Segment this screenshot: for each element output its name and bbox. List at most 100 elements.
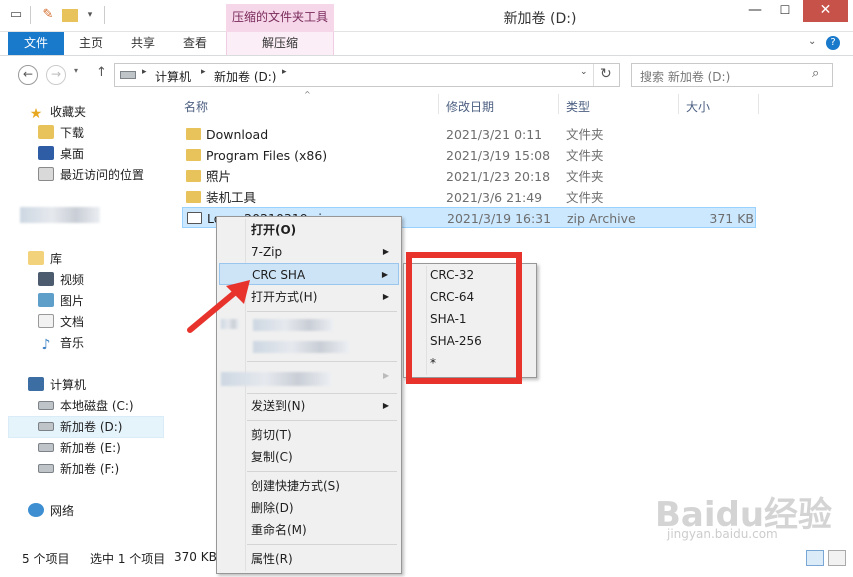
column-size[interactable]: 大小	[686, 98, 710, 115]
address-bar[interactable]: ▸ 计算机 ▸ 新加卷 (D:) ▸ ⌄ ↻	[114, 63, 620, 87]
menu-item-properties[interactable]: 属性(R)	[219, 548, 399, 570]
nav-label: 视频	[60, 273, 85, 287]
menu-item-delete[interactable]: 删除(D)	[219, 497, 399, 519]
file-name: Program Files (x86)	[206, 148, 328, 163]
recent-places-icon	[38, 167, 54, 181]
item-count: 5 个项目	[22, 552, 70, 566]
menu-separator	[247, 420, 397, 421]
desktop-icon	[38, 146, 54, 160]
menu-label: 发送到(N)	[251, 399, 306, 413]
file-date: 2021/3/6 21:49	[446, 190, 543, 205]
menu-item-create-shortcut[interactable]: 创建快捷方式(S)	[219, 475, 399, 497]
file-date: 2021/1/23 20:18	[446, 169, 551, 184]
folder-icon	[186, 128, 201, 140]
watermark-url: jingyan.baidu.com	[667, 527, 778, 541]
column-divider[interactable]	[558, 94, 559, 114]
forward-button[interactable]: →	[46, 65, 66, 85]
search-input[interactable]: 搜索 新加卷 (D:)	[640, 68, 730, 85]
column-name[interactable]: 名称	[184, 98, 208, 115]
blurred-item	[20, 207, 100, 223]
column-divider[interactable]	[758, 94, 759, 114]
file-row[interactable]: Program Files (x86) 2021/3/19 15:08 文件夹	[182, 145, 756, 166]
nav-item-drive-f[interactable]: 新加卷 (F:)	[38, 459, 119, 479]
tab-file[interactable]: 文件	[8, 32, 64, 55]
nav-label: 库	[50, 252, 63, 266]
properties-icon[interactable]: ✎	[40, 7, 56, 23]
up-icon[interactable]: ↑	[96, 65, 107, 80]
menu-separator	[247, 361, 397, 362]
nav-label: 桌面	[60, 147, 85, 161]
blurred-menu-item[interactable]	[253, 341, 349, 353]
menu-separator	[247, 311, 397, 312]
file-row[interactable]: Download 2021/3/21 0:11 文件夹	[182, 124, 756, 145]
file-type: 文件夹	[566, 127, 604, 142]
video-icon	[38, 272, 54, 286]
submenu-arrow-icon: ▶	[382, 401, 389, 410]
menu-item-7zip[interactable]: 7-Zip ▶	[219, 241, 399, 263]
search-box[interactable]: 搜索 新加卷 (D:) ⌕	[631, 63, 833, 87]
details-view-icon[interactable]	[806, 550, 824, 566]
nav-item-videos[interactable]: 视频	[38, 270, 84, 290]
star-icon: ★	[29, 106, 43, 122]
expand-ribbon-icon[interactable]: ⌄	[808, 36, 816, 47]
maximize-button[interactable]: ☐	[770, 0, 800, 22]
nav-item-computer[interactable]: 计算机	[28, 375, 86, 395]
nav-item-favorites[interactable]: ★ 收藏夹	[28, 102, 86, 122]
recent-locations-icon[interactable]: ▾	[74, 66, 78, 75]
new-folder-icon[interactable]	[62, 9, 78, 22]
nav-item-recent[interactable]: 最近访问的位置	[38, 165, 144, 185]
file-row[interactable]: 装机工具 2021/3/6 21:49 文件夹	[182, 187, 756, 208]
network-icon	[28, 503, 44, 517]
menu-item-send-to[interactable]: 发送到(N) ▶	[219, 395, 399, 417]
file-type: 文件夹	[566, 190, 604, 205]
nav-item-drive-d[interactable]: 新加卷 (D:)	[38, 417, 122, 437]
column-divider[interactable]	[438, 94, 439, 114]
file-row[interactable]: 照片 2021/1/23 20:18 文件夹	[182, 166, 756, 187]
blurred-menu-item[interactable]	[221, 372, 331, 386]
nav-item-pictures[interactable]: 图片	[38, 291, 84, 311]
file-name: Download	[206, 127, 269, 142]
nav-item-network[interactable]: 网络	[28, 501, 74, 521]
nav-item-libraries[interactable]: 库	[28, 249, 62, 269]
computer-icon	[28, 377, 44, 391]
nav-item-drive-c[interactable]: 本地磁盘 (C:)	[38, 396, 134, 416]
drive-icon[interactable]: ▭	[8, 7, 24, 23]
submenu-arrow-icon: ▶	[382, 247, 389, 256]
breadcrumb-separator-icon: ▸	[201, 67, 206, 77]
tab-home[interactable]: 主页	[68, 32, 114, 55]
address-row: ← → ▾ ↑ ▸ 计算机 ▸ 新加卷 (D:) ▸ ⌄ ↻ 搜索 新加卷 (D…	[0, 56, 853, 92]
minimize-button[interactable]: —	[740, 0, 770, 22]
file-type: zip Archive	[567, 211, 636, 226]
nav-item-music[interactable]: ♪ 音乐	[38, 333, 84, 353]
file-name: 照片	[206, 169, 232, 184]
column-divider[interactable]	[678, 94, 679, 114]
library-icon	[28, 251, 44, 265]
close-button[interactable]: ✕	[803, 0, 848, 22]
nav-item-downloads[interactable]: 下载	[38, 123, 84, 143]
column-type[interactable]: 类型	[566, 98, 590, 115]
nav-item-drive-e[interactable]: 新加卷 (E:)	[38, 438, 121, 458]
breadcrumb-computer[interactable]: 计算机	[155, 68, 191, 85]
blurred-menu-item[interactable]	[253, 319, 333, 331]
customize-dropdown-icon[interactable]: ▾	[82, 7, 98, 23]
status-bar: 5 个项目 选中 1 个项目 370 KB	[0, 544, 853, 577]
help-icon[interactable]: ?	[826, 36, 840, 50]
refresh-icon[interactable]: ↻	[600, 66, 612, 82]
nav-label: 图片	[60, 294, 85, 308]
large-icons-view-icon[interactable]	[828, 550, 846, 566]
menu-item-open[interactable]: 打开(O)	[219, 219, 399, 241]
tab-view[interactable]: 查看	[172, 32, 218, 55]
nav-item-documents[interactable]: 文档	[38, 312, 84, 332]
tab-share[interactable]: 共享	[120, 32, 166, 55]
column-date[interactable]: 修改日期	[446, 98, 494, 115]
nav-item-desktop[interactable]: 桌面	[38, 144, 84, 164]
menu-item-copy[interactable]: 复制(C)	[219, 446, 399, 468]
menu-item-cut[interactable]: 剪切(T)	[219, 424, 399, 446]
menu-item-rename[interactable]: 重命名(M)	[219, 519, 399, 541]
nav-label: 文档	[60, 315, 85, 329]
address-dropdown-icon[interactable]: ⌄	[580, 67, 588, 77]
tab-extract[interactable]: 解压缩	[226, 32, 334, 55]
back-button[interactable]: ←	[18, 65, 38, 85]
search-icon[interactable]: ⌕	[812, 66, 819, 81]
breadcrumb-drive-d[interactable]: 新加卷 (D:)	[214, 68, 276, 85]
